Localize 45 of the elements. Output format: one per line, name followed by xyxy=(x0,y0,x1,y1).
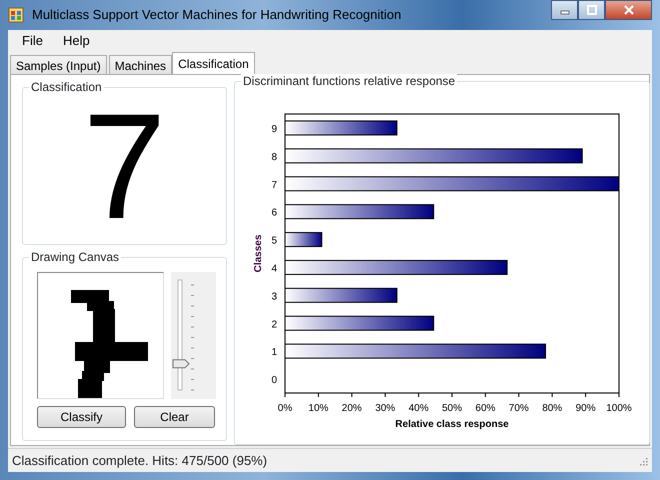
bar xyxy=(284,232,322,248)
status-text: Classification complete. Hits: 475/500 (95%) xyxy=(12,452,268,470)
axis-label: 4 xyxy=(271,263,277,274)
axis-label: 0 xyxy=(271,375,277,386)
minimize-button[interactable] xyxy=(551,0,578,20)
maximize-button[interactable] xyxy=(578,0,605,20)
maximize-icon xyxy=(586,5,598,15)
window-title: Multiclass Support Vector Machines for Handwriting Recognition xyxy=(32,6,402,24)
group-title: Classification xyxy=(29,80,104,94)
tick-label: 100% xyxy=(606,403,632,414)
axis-label: 8 xyxy=(271,152,277,163)
close-button[interactable] xyxy=(605,0,652,20)
classify-button[interactable]: Classify xyxy=(37,406,126,428)
tick-label: 60% xyxy=(475,403,496,414)
menu-item[interactable]: Help xyxy=(52,29,100,53)
close-icon xyxy=(622,5,634,15)
tab[interactable]: Machines xyxy=(108,55,172,74)
tick-label: 50% xyxy=(442,403,462,414)
axis-title: Relative class response xyxy=(395,419,509,430)
tick-label: 0% xyxy=(278,403,292,414)
axis-label: 9 xyxy=(271,124,277,135)
tick-label: 40% xyxy=(408,403,429,414)
tick-label: 30% xyxy=(375,403,396,414)
tick-label: 20% xyxy=(342,403,362,414)
axis-label: 5 xyxy=(271,236,277,247)
resize-grip-icon xyxy=(638,456,648,466)
tick-label: 70% xyxy=(508,403,529,414)
tab[interactable]: Samples (Input) xyxy=(10,55,107,74)
axis-label: 7 xyxy=(271,180,277,191)
axis-label: 6 xyxy=(271,208,277,219)
slider-thumb[interactable] xyxy=(172,358,190,368)
group-title: Drawing Canvas xyxy=(29,250,122,264)
clear-button[interactable]: Clear xyxy=(134,406,215,428)
drawing-canvas[interactable] xyxy=(37,272,164,399)
tick-label: 90% xyxy=(576,403,596,414)
menu-item[interactable]: File xyxy=(12,29,53,53)
axis-label: 2 xyxy=(271,319,277,330)
axis-label: 3 xyxy=(271,291,277,302)
group-title: Discriminant functions relative response xyxy=(241,74,458,88)
tab[interactable]: Classification xyxy=(172,52,255,74)
tick-label: 80% xyxy=(542,403,562,414)
axis-label: 1 xyxy=(271,347,277,358)
axis-title: Classes xyxy=(253,234,264,272)
tick-label: 10% xyxy=(308,403,328,414)
app-icon xyxy=(8,7,24,23)
